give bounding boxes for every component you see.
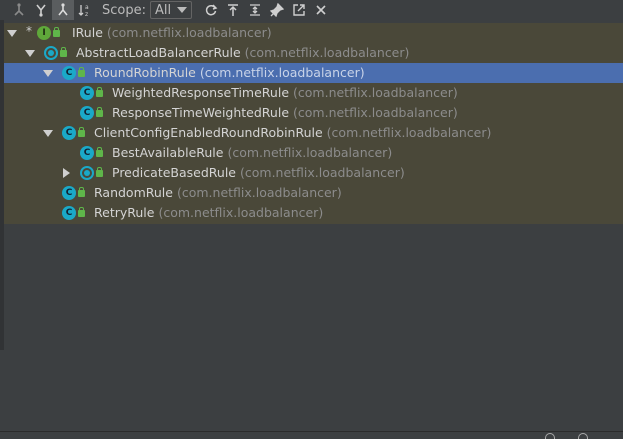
class-icon: C [80,106,94,120]
export-button[interactable] [222,0,244,20]
hierarchy-tree: * I IRule (com.netflix.loadbalancer) Abst… [4,23,623,224]
class-icon-wrap: C [62,65,90,81]
open-in-new-icon [293,4,305,16]
public-access-icon [96,87,103,97]
class-icon-wrap: C [80,105,108,121]
expand-arrow-icon[interactable] [25,48,35,58]
close-icon [316,5,326,15]
tree-empty-area [4,224,623,431]
scope-label: Scope: [102,2,146,18]
tree-item-label: ResponseTimeWeightedRule (com.netflix.loa… [112,105,458,120]
tree-row-retryrule[interactable]: C RetryRule (com.netflix.loadbalancer) [4,203,623,223]
public-access-icon [60,47,67,57]
class-icon-wrap: C [62,185,90,201]
pin-icon [270,3,285,17]
chevron-down-icon [177,7,188,13]
toolbar: az Scope: All [0,0,623,20]
class-hierarchy-icon [58,3,68,16]
tree-row-abstractloadbalancerrule[interactable]: AbstractLoadBalancerRule (com.netflix.loa… [4,43,623,63]
svg-text:a: a [85,4,89,11]
svg-text:z: z [85,11,88,17]
class-icon: C [62,126,76,140]
collapse-all-icon [250,4,261,16]
abstract-class-icon-wrap [80,165,108,181]
subtypes-hierarchy-button[interactable] [30,0,52,20]
tree-item-label: IRule (com.netflix.loadbalancer) [72,25,272,40]
tree-row-irule[interactable]: * I IRule (com.netflix.loadbalancer) [4,23,623,43]
close-button[interactable] [310,0,332,20]
public-access-icon [78,127,85,137]
subtypes-hierarchy-icon [36,4,46,17]
public-access-icon [78,187,85,197]
collapse-arrow-icon[interactable] [61,168,71,178]
settings-gear-icon[interactable] [578,433,588,439]
tree-row-weightedresponsetimerule[interactable]: C WeightedResponseTimeRule (com.netflix.l… [4,83,623,103]
star-marker: * [26,24,32,38]
interface-icon: I [37,26,51,40]
public-access-icon [53,27,60,37]
tree-item-label: RoundRobinRule (com.netflix.loadbalancer) [94,65,365,80]
status-bar [0,431,623,439]
abstract-class-icon [44,46,58,60]
tree-item-label: AbstractLoadBalancerRule (com.netflix.loa… [76,45,410,60]
tree-item-label: BestAvailableRule (com.netflix.loadbalanc… [112,145,393,160]
expand-arrow-icon[interactable] [43,128,53,138]
tree-row-clientconfigenabledroundrobinrule[interactable]: C ClientConfigEnabledRoundRobinRule (com.… [4,123,623,143]
type-hierarchy-window: az Scope: All * I IRule (com.netflix.loa… [0,0,623,439]
class-icon: C [80,146,94,160]
public-access-icon [96,167,103,177]
refresh-button[interactable] [200,0,222,20]
expand-arrow-icon[interactable] [43,68,53,78]
class-hierarchy-button[interactable] [52,0,74,20]
class-icon-wrap: C [80,85,108,101]
tree-row-predicatebasedrule[interactable]: PredicateBasedRule (com.netflix.loadbalan… [4,163,623,183]
public-access-icon [96,147,103,157]
pin-button[interactable] [266,0,288,20]
scope-select[interactable]: All [149,1,193,19]
class-icon: C [62,206,76,220]
abstract-class-icon [80,166,94,180]
tree-row-roundrobinrule[interactable]: C RoundRobinRule (com.netflix.loadbalance… [4,63,623,83]
class-icon-wrap: C [62,205,90,221]
expand-arrow-icon[interactable] [7,28,17,38]
refresh-icon [205,4,218,16]
tree-item-label: RetryRule (com.netflix.loadbalancer) [94,205,324,220]
open-in-new-button[interactable] [288,0,310,20]
tree-row-randomrule[interactable]: C RandomRule (com.netflix.loadbalancer) [4,183,623,203]
tree-row-bestavailablerule[interactable]: C BestAvailableRule (com.netflix.loadbala… [4,143,623,163]
export-icon [228,4,239,16]
tree-row-responsetimeweightedrule[interactable]: C ResponseTimeWeightedRule (com.netflix.l… [4,103,623,123]
sort-alphabetically-icon: az [78,4,89,17]
status-indicator-icon[interactable] [545,433,555,439]
public-access-icon [78,67,85,77]
abstract-class-icon-wrap [44,45,72,61]
sort-alphabetically-button[interactable]: az [74,0,96,20]
interface-icon-wrap: I [37,25,65,41]
tree-item-label: WeightedResponseTimeRule (com.netflix.loa… [112,85,458,100]
tree-item-label: PredicateBasedRule (com.netflix.loadbalan… [112,165,405,180]
class-icon: C [62,186,76,200]
public-access-icon [96,107,103,117]
class-icon: C [80,86,94,100]
class-icon-wrap: C [62,125,90,141]
public-access-icon [78,207,85,217]
supertypes-hierarchy-button[interactable] [8,0,30,20]
tree-item-label: RandomRule (com.netflix.loadbalancer) [94,185,342,200]
class-icon-wrap: C [80,145,108,161]
scope-value: All [154,2,172,18]
collapse-all-button[interactable] [244,0,266,20]
tree-item-label: ClientConfigEnabledRoundRobinRule (com.ne… [94,125,492,140]
class-icon: C [62,66,76,80]
supertypes-hierarchy-icon [14,3,24,16]
